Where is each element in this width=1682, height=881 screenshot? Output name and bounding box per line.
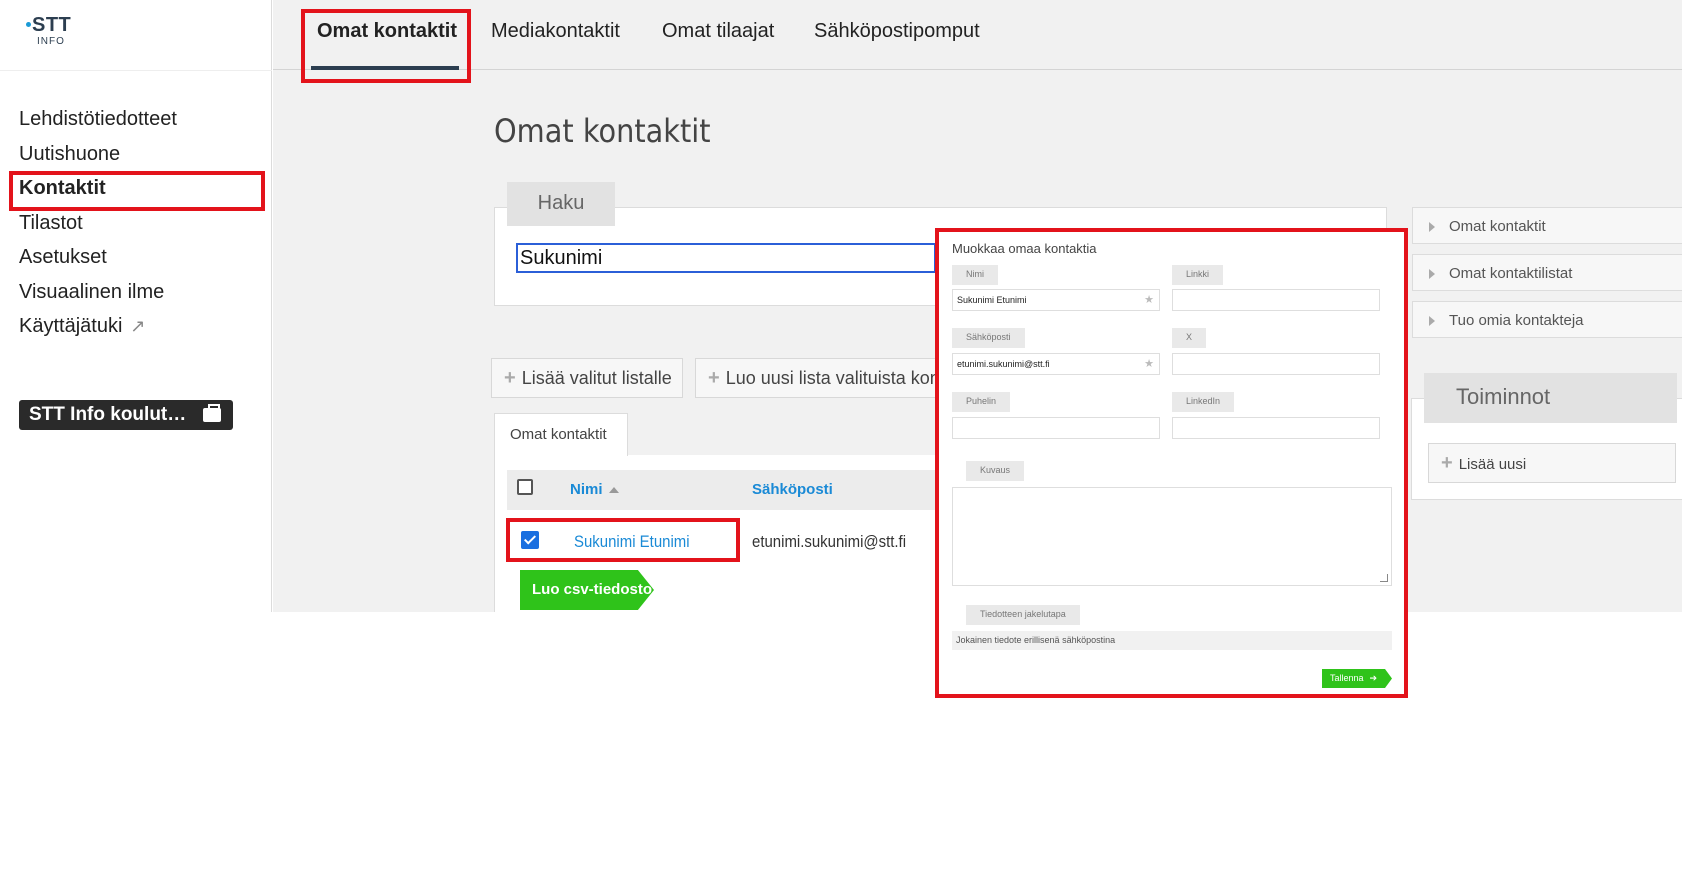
link-field-label: Linkki (1172, 265, 1224, 285)
column-header-name[interactable]: Nimi (570, 481, 619, 498)
arrow-right-icon: ➔ (1369, 673, 1378, 683)
x-field-label: X (1172, 328, 1207, 348)
sidebar-divider (0, 70, 272, 71)
linkedin-field-label: LinkedIn (1172, 392, 1235, 412)
tab-email-bounces[interactable]: Sähköpostipomput (814, 20, 980, 43)
add-new-label: Lisää uusi (1458, 456, 1527, 473)
external-link-icon: ↗ (130, 316, 146, 336)
add-new-button[interactable]: + Lisää uusi (1428, 443, 1676, 483)
edit-contact-title: Muokkaa omaa kontaktia (952, 241, 1097, 256)
email-field-label: Sähköposti (952, 328, 1025, 348)
side-link-own-contacts[interactable]: Omat kontaktit (1412, 207, 1682, 244)
email-field-value: etunimi.sukunimi@stt.fi (957, 359, 1050, 369)
contacts-highlight-box (9, 171, 265, 211)
plus-icon: + (1441, 452, 1453, 474)
sort-asc-icon (608, 487, 619, 494)
distribution-field-label: Tiedotteen jakelutapa (966, 605, 1080, 625)
column-header-email[interactable]: Sähköposti (752, 481, 833, 498)
star-icon: ★ (1144, 294, 1154, 306)
phone-field[interactable] (952, 417, 1160, 439)
logo-brand: STT (32, 14, 72, 36)
side-link-own-contact-lists-label: Omat kontaktilistat (1449, 265, 1573, 282)
phone-field-label: Puhelin (952, 392, 1011, 412)
stt-info-logo[interactable]: STT INFO (26, 14, 82, 48)
sidebar-item-visual-identity[interactable]: Visuaalinen ilme (19, 281, 164, 304)
save-button[interactable]: Tallenna ➔ (1322, 669, 1392, 688)
name-field[interactable]: Sukunimi Etunimi ★ (952, 289, 1160, 311)
plus-icon: + (708, 367, 720, 389)
create-csv-button[interactable]: Luo csv-tiedosto (520, 570, 654, 610)
search-input[interactable] (516, 243, 936, 273)
sidebar-item-newsroom[interactable]: Uutishuone (19, 143, 120, 166)
contact-email: etunimi.sukunimi@stt.fi (752, 532, 907, 551)
side-link-own-contact-lists[interactable]: Omat kontaktilistat (1412, 254, 1682, 291)
side-link-import-contacts[interactable]: Tuo omia kontakteja (1412, 301, 1682, 338)
page-title: Omat kontaktit (494, 112, 711, 150)
resize-grip-icon[interactable] (1380, 574, 1388, 582)
triangle-right-icon (1429, 222, 1435, 232)
save-button-label: Tallenna (1330, 673, 1364, 683)
x-field[interactable] (1172, 353, 1380, 375)
actions-title: Toiminnot (1424, 373, 1677, 423)
link-field[interactable] (1172, 289, 1380, 311)
create-list-button[interactable]: +Luo uusi lista valituista kontakteista (695, 358, 936, 398)
add-selected-to-list-button[interactable]: + Lisää valitut listalle (491, 358, 683, 398)
create-list-label: Luo uusi lista valituista kontakteista (725, 368, 935, 388)
search-tab[interactable]: Haku (507, 182, 615, 226)
tab-media-contacts[interactable]: Mediakontaktit (491, 20, 620, 43)
plus-icon: + (504, 367, 516, 389)
column-header-name-label: Nimi (570, 481, 603, 498)
sidebar-item-press-releases[interactable]: Lehdistötiedotteet (19, 108, 177, 131)
logo-dot-icon (26, 22, 31, 27)
distribution-select[interactable]: Jokainen tiedote erillisenä sähköpostina (952, 631, 1392, 650)
logo-sub: INFO (37, 36, 65, 47)
tab-own-subscribers[interactable]: Omat tilaajat (662, 20, 774, 43)
email-field[interactable]: etunimi.sukunimi@stt.fi ★ (952, 353, 1160, 375)
suitcase-icon (203, 404, 221, 422)
add-selected-label: Lisää valitut listalle (521, 368, 672, 388)
description-textarea[interactable] (952, 487, 1392, 586)
training-button-label: STT Info koulut… (29, 404, 187, 425)
description-field-label: Kuvaus (966, 461, 1025, 481)
linkedin-field[interactable] (1172, 417, 1380, 439)
sidebar: STT INFO Lehdistötiedotteet Uutishuone K… (0, 0, 272, 612)
sidebar-item-user-support[interactable]: Käyttäjätuki ↗ (19, 315, 145, 338)
name-field-label: Nimi (952, 265, 998, 285)
star-icon: ★ (1144, 358, 1154, 370)
side-link-own-contacts-label: Omat kontaktit (1449, 218, 1546, 235)
sidebar-item-statistics[interactable]: Tilastot (19, 212, 83, 235)
app: STT INFO Lehdistötiedotteet Uutishuone K… (0, 0, 1682, 881)
sidebar-item-settings[interactable]: Asetukset (19, 246, 107, 269)
row-highlight-box (506, 518, 740, 562)
sidebar-item-user-support-label: Käyttäjätuki (19, 315, 123, 337)
select-all-checkbox[interactable] (517, 479, 533, 495)
training-button[interactable]: STT Info koulut… (19, 400, 233, 430)
name-field-value: Sukunimi Etunimi (957, 295, 1027, 305)
list-tab-own-contacts[interactable]: Omat kontaktit (494, 413, 628, 456)
side-link-import-contacts-label: Tuo omia kontakteja (1449, 312, 1584, 329)
triangle-right-icon (1429, 269, 1435, 279)
triangle-right-icon (1429, 316, 1435, 326)
tab-highlight-box (301, 9, 471, 83)
